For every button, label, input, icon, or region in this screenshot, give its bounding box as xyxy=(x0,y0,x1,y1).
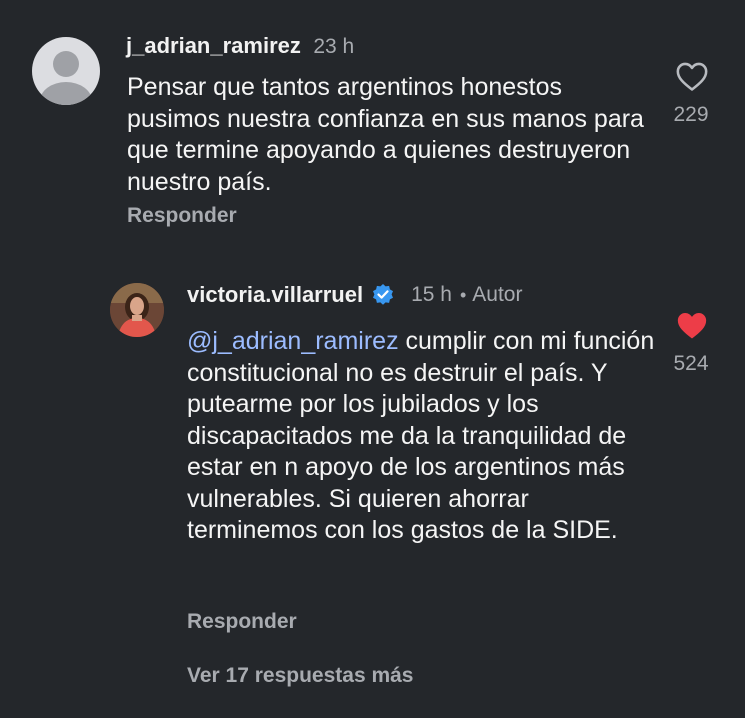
reply-time: 15 h xyxy=(411,283,452,306)
avatar-default[interactable] xyxy=(32,37,100,105)
comment-username[interactable]: j_adrian_ramirez xyxy=(126,33,301,58)
reply-username[interactable]: victoria.villarruel xyxy=(187,282,363,308)
reply-header: victoria.villarruel 15 h • Autor xyxy=(187,282,522,308)
verified-badge-icon xyxy=(371,283,395,307)
comment-time: 23 h xyxy=(313,35,355,58)
heart-filled-icon xyxy=(677,312,707,339)
heart-outline-icon xyxy=(676,62,708,91)
meta-separator: • xyxy=(459,284,467,305)
profile-photo xyxy=(110,283,164,337)
comment-header: j_adrian_ramirez 23 h xyxy=(126,33,354,59)
avatar-victoria[interactable] xyxy=(110,283,164,337)
author-badge: Autor xyxy=(472,283,523,306)
like-count-2: 524 xyxy=(673,352,709,375)
like-button[interactable] xyxy=(675,60,709,97)
like-count: 229 xyxy=(673,103,709,126)
reply-button[interactable]: Responder xyxy=(127,204,237,228)
mention-link[interactable]: @j_adrian_ramirez xyxy=(187,327,399,355)
reply-body: cumplir con mi función constitucional no… xyxy=(187,327,655,544)
comment-text: Pensar que tantos argentinos honestos pu… xyxy=(127,73,644,196)
reply-text: @j_adrian_ramirez cumplir con mi función… xyxy=(187,326,657,547)
default-user-icon xyxy=(40,51,92,105)
reply-button-2[interactable]: Responder xyxy=(187,610,297,634)
like-button-2[interactable] xyxy=(675,309,709,346)
view-more-replies[interactable]: Ver 17 respuestas más xyxy=(187,664,414,688)
